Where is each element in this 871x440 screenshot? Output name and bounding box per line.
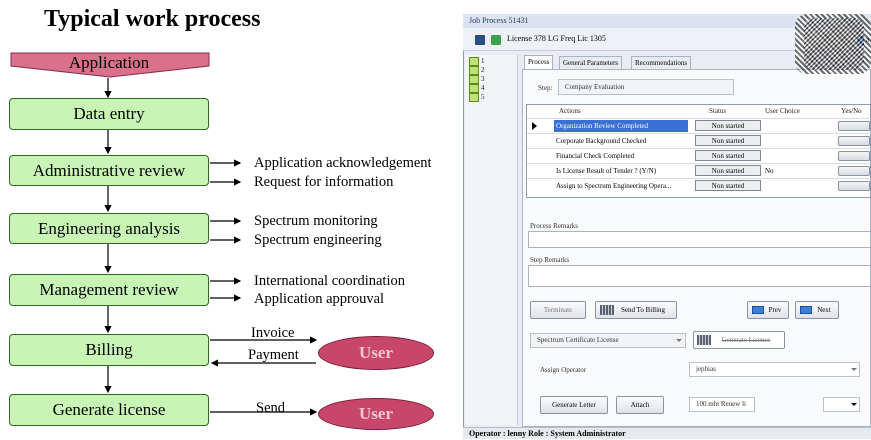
note-application-approuval: Application approuval (254, 291, 385, 307)
actions-grid: Actions Status User Choice Yes/No Organi… (526, 104, 871, 198)
row-choice: No (765, 167, 774, 175)
nav-step-label: 1 (481, 57, 485, 66)
process-remarks-input[interactable] (528, 231, 871, 248)
note-spectrum-engineering: Spectrum engineering (254, 232, 382, 248)
step-data-entry: Data entry (9, 98, 209, 130)
nav-step-1[interactable]: 1 (469, 57, 485, 66)
note-spectrum-monitoring: Spectrum monitoring (254, 213, 378, 229)
row-yes-no-button[interactable] (838, 151, 870, 161)
arrow-right-icon (800, 306, 812, 314)
note-request-for-information: Request for information (254, 174, 394, 190)
step-remarks-label: Step Remarks (530, 256, 570, 264)
tab-recommendations[interactable]: Recommendations (631, 56, 692, 70)
row-status[interactable]: Non started (695, 120, 761, 131)
chevron-down-icon (851, 368, 857, 371)
nav-step-5[interactable]: 5 (469, 93, 485, 102)
send-to-billing-button[interactable]: Send To Billing (595, 301, 677, 319)
col-yes-no: Yes/No (841, 107, 862, 115)
note-international-coordination: International coordination (254, 273, 405, 289)
process-remarks-label: Process Remarks (530, 222, 579, 230)
label-invoice: Invoice (251, 325, 295, 341)
step-value-field: Company Evaluation (558, 79, 734, 95)
checkbox-icon[interactable] (491, 35, 501, 45)
terminate-button[interactable]: Terminate (530, 301, 586, 319)
step-navigator: 1 2 3 4 5 (465, 55, 518, 425)
step-remarks-input[interactable] (528, 265, 871, 287)
step-icon (469, 93, 479, 102)
step-icon (469, 84, 479, 93)
generate-license-button[interactable]: Generate License (693, 331, 785, 349)
nav-step-label: 3 (481, 75, 485, 84)
row-status[interactable]: Non started (695, 180, 761, 191)
row-yes-no-button[interactable] (838, 166, 870, 176)
license-icon (697, 335, 711, 345)
row-action: Organization Review Completed (554, 120, 688, 132)
col-actions: Actions (559, 107, 581, 115)
table-row[interactable]: Financial Check Completed Non started (527, 148, 871, 163)
row-yes-no-button[interactable] (838, 136, 870, 146)
assign-operator-label: Assign Operator (540, 366, 587, 374)
step-management-review: Management review (9, 274, 209, 306)
next-button[interactable]: Next (795, 301, 839, 319)
table-row[interactable]: Corporate Background Checked Non started (527, 133, 871, 148)
row-yes-no-button[interactable] (838, 181, 870, 191)
toolbar-text: License 378 LG Freq Lic 1305 (507, 34, 606, 43)
nav-step-2[interactable]: 2 (469, 66, 485, 75)
step-label: Step: (538, 84, 553, 92)
attach-file-field[interactable]: 100.mht Renew li (689, 397, 755, 412)
nav-step-label: 5 (481, 93, 485, 102)
label-send: Send (256, 400, 285, 416)
user-ellipse-license: User (318, 398, 434, 430)
col-user-choice: User Choice (765, 107, 800, 115)
certificate-select[interactable]: Spectrum Certificate License (530, 333, 686, 348)
arrow-left-icon (752, 306, 764, 314)
nav-step-4[interactable]: 4 (469, 84, 485, 93)
table-row[interactable]: Organization Review Completed Non starte… (527, 118, 871, 133)
row-yes-no-button[interactable] (838, 121, 870, 131)
status-bar: Operator : lenny Role : System Administr… (463, 427, 871, 439)
generate-license-label: Generate License (721, 336, 771, 344)
chevron-down-icon (676, 339, 682, 342)
chevron-down-icon (851, 403, 857, 406)
step-icon (469, 66, 479, 75)
assign-operator-select[interactable]: jephias (689, 362, 860, 377)
row-action: Assign to Spectrum Engineering Opera... (556, 182, 672, 190)
nav-step-label: 2 (481, 66, 485, 75)
row-action: Corporate Background Checked (556, 137, 647, 145)
table-row[interactable]: Assign to Spectrum Engineering Opera... … (527, 178, 871, 193)
label-payment: Payment (248, 347, 299, 363)
attach-button[interactable]: Attach (616, 396, 664, 414)
note-application-acknowledgement: Application acknowledgement (254, 155, 432, 171)
tab-process[interactable]: Process (524, 55, 554, 70)
generate-letter-button[interactable]: Generate Letter (540, 396, 608, 414)
step-administrative-review: Administrative review (9, 155, 209, 186)
step-billing: Billing (9, 334, 209, 366)
row-status[interactable]: Non started (695, 150, 761, 161)
save-icon[interactable] (475, 35, 485, 45)
send-to-billing-label: Send To Billing (620, 306, 666, 314)
nav-step-3[interactable]: 3 (469, 75, 485, 84)
prev-button[interactable]: Prev (747, 301, 789, 319)
nav-step-label: 4 (481, 84, 485, 93)
col-status: Status (709, 107, 727, 115)
row-pointer-icon (532, 122, 537, 130)
qr-stamp-core-icon (804, 18, 864, 70)
user-ellipse-billing: User (318, 336, 434, 370)
billing-icon (600, 305, 614, 315)
row-status[interactable]: Non started (695, 135, 761, 146)
step-generate-license: Generate license (9, 394, 209, 426)
row-status[interactable]: Non started (695, 165, 761, 176)
step-engineering-analysis: Engineering analysis (9, 213, 209, 244)
row-action: Is License Result of Tender ? (Y/N) (556, 167, 657, 175)
step-icon (469, 75, 479, 84)
step-icon (469, 57, 479, 66)
row-action: Financial Check Completed (556, 152, 635, 160)
table-row[interactable]: Is License Result of Tender ? (Y/N) Non … (527, 163, 871, 178)
tab-general-parameters[interactable]: General Parameters (559, 56, 622, 70)
